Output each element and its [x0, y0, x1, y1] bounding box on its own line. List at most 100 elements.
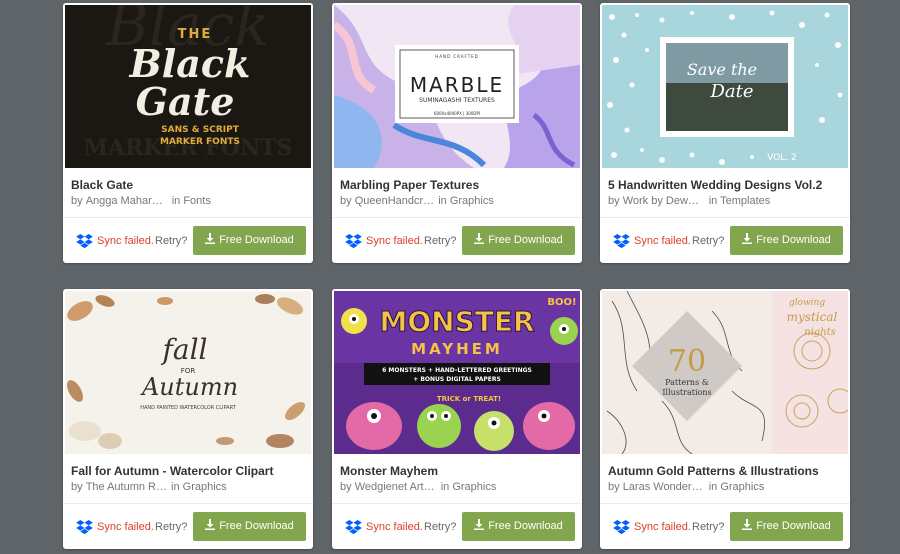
- author-link[interactable]: Laras Wonderl…: [623, 481, 705, 493]
- svg-text:Illustrations: Illustrations: [662, 388, 711, 397]
- sync-status: Sync failed.: [366, 235, 423, 247]
- download-label: Free Download: [488, 520, 563, 532]
- free-download-button[interactable]: Free Download: [462, 226, 575, 255]
- sync-status: Sync failed.: [97, 521, 154, 533]
- category-link[interactable]: Graphics: [720, 481, 764, 493]
- svg-text:BOO!: BOO!: [547, 297, 576, 308]
- download-icon: [742, 233, 753, 244]
- author-link[interactable]: Work by Dewb…: [623, 195, 705, 207]
- svg-text:MONSTER: MONSTER: [379, 305, 534, 338]
- dropbox-icon: [613, 234, 630, 249]
- author-link[interactable]: Wedgienet Art …: [355, 481, 437, 493]
- retry-link[interactable]: Retry?: [155, 235, 187, 247]
- svg-text:HAND CRAFTED: HAND CRAFTED: [435, 54, 479, 59]
- category-link[interactable]: Graphics: [450, 195, 494, 207]
- free-download-button[interactable]: Free Download: [730, 226, 843, 255]
- product-card: MONSTER MAYHEM 6 MONSTERS + HAND-LETTERE…: [332, 289, 582, 549]
- download-icon: [474, 233, 485, 244]
- product-title[interactable]: Autumn Gold Patterns & Illustrations: [608, 464, 844, 478]
- dropbox-icon: [345, 234, 362, 249]
- category-link[interactable]: Graphics: [452, 481, 496, 493]
- svg-text:MAYHEM: MAYHEM: [411, 340, 503, 358]
- product-title[interactable]: Black Gate: [71, 178, 307, 192]
- retry-link[interactable]: Retry?: [692, 235, 724, 247]
- download-label: Free Download: [756, 234, 831, 246]
- free-download-button[interactable]: Free Download: [462, 512, 575, 541]
- svg-text:6 MONSTERS + HAND-LETTERED GRE: 6 MONSTERS + HAND-LETTERED GREETINGS: [382, 367, 532, 374]
- product-byline: by QueenHandcr… in Graphics: [340, 195, 494, 207]
- svg-text:70: 70: [668, 344, 706, 379]
- product-title[interactable]: Monster Mayhem: [340, 464, 576, 478]
- dropbox-icon: [76, 520, 93, 535]
- product-byline: by Work by Dewb… in Templates: [608, 195, 771, 207]
- product-byline: by The Autumn R… in Graphics: [71, 481, 227, 493]
- category-link[interactable]: Templates: [720, 195, 770, 207]
- svg-text:MARKER FONTS: MARKER FONTS: [160, 137, 240, 147]
- category-link[interactable]: Graphics: [183, 481, 227, 493]
- free-download-button[interactable]: Free Download: [193, 226, 306, 255]
- svg-text:HAND PAINTED WATERCOLOR CLIPAR: HAND PAINTED WATERCOLOR CLIPART: [140, 405, 236, 411]
- svg-text:nights: nights: [804, 327, 836, 338]
- svg-text:VOL. 2: VOL. 2: [767, 153, 797, 163]
- svg-text:SUMINAGASHI TEXTURES: SUMINAGASHI TEXTURES: [419, 97, 495, 104]
- product-title[interactable]: 5 Handwritten Wedding Designs Vol.2: [608, 178, 844, 192]
- divider: [600, 503, 850, 504]
- divider: [63, 503, 313, 504]
- svg-text:fall: fall: [161, 333, 208, 366]
- product-thumbnail[interactable]: 70 Patterns & Illustrations glowing myst…: [602, 291, 848, 454]
- retry-link[interactable]: Retry?: [155, 521, 187, 533]
- product-thumbnail[interactable]: fall FOR Autumn HAND PAINTED WATERCOLOR …: [65, 291, 311, 454]
- svg-text:MARBLE: MARBLE: [410, 73, 504, 97]
- sync-status: Sync failed.: [634, 521, 691, 533]
- free-download-button[interactable]: Free Download: [193, 512, 306, 541]
- svg-text:Autumn: Autumn: [140, 373, 238, 401]
- retry-link[interactable]: Retry?: [424, 235, 456, 247]
- dropbox-icon: [345, 520, 362, 535]
- svg-text:TRICK or TREAT!: TRICK or TREAT!: [437, 395, 501, 403]
- download-icon: [205, 519, 216, 530]
- product-card: HAND CRAFTED MARBLE SUMINAGASHI TEXTURES…: [332, 3, 582, 263]
- sync-status: Sync failed.: [97, 235, 154, 247]
- product-byline: by Angga Mahard… in Fonts: [71, 195, 211, 207]
- svg-text:Gate: Gate: [136, 79, 235, 124]
- svg-text:SANS & SCRIPT: SANS & SCRIPT: [161, 125, 240, 135]
- product-card: Black MARKER FONTS THE Black Gate SANS &…: [63, 3, 313, 263]
- product-title[interactable]: Fall for Autumn - Watercolor Clipart: [71, 464, 307, 478]
- divider: [332, 503, 582, 504]
- product-card: 70 Patterns & Illustrations glowing myst…: [600, 289, 850, 549]
- product-card: Save the Date VOL. 2 5 Handwritten Weddi…: [600, 3, 850, 263]
- retry-link[interactable]: Retry?: [692, 521, 724, 533]
- download-label: Free Download: [219, 520, 294, 532]
- product-byline: by Wedgienet Art … in Graphics: [340, 481, 497, 493]
- product-thumbnail[interactable]: HAND CRAFTED MARBLE SUMINAGASHI TEXTURES…: [334, 5, 580, 168]
- free-download-button[interactable]: Free Download: [730, 512, 843, 541]
- divider: [332, 217, 582, 218]
- svg-text:mystical: mystical: [787, 310, 838, 324]
- category-link[interactable]: Fonts: [183, 195, 211, 207]
- product-thumbnail[interactable]: MONSTER MAYHEM 6 MONSTERS + HAND-LETTERE…: [334, 291, 580, 454]
- download-label: Free Download: [219, 234, 294, 246]
- download-icon: [205, 233, 216, 244]
- product-card: fall FOR Autumn HAND PAINTED WATERCOLOR …: [63, 289, 313, 549]
- author-link[interactable]: The Autumn R…: [86, 481, 167, 493]
- svg-text:Patterns &: Patterns &: [665, 378, 709, 387]
- sync-status: Sync failed.: [634, 235, 691, 247]
- dropbox-icon: [76, 234, 93, 249]
- svg-text:Save the: Save the: [687, 60, 757, 79]
- divider: [600, 217, 850, 218]
- retry-link[interactable]: Retry?: [424, 521, 456, 533]
- download-label: Free Download: [756, 520, 831, 532]
- product-title[interactable]: Marbling Paper Textures: [340, 178, 576, 192]
- product-thumbnail[interactable]: Black MARKER FONTS THE Black Gate SANS &…: [65, 5, 311, 168]
- product-thumbnail[interactable]: Save the Date VOL. 2: [602, 5, 848, 168]
- svg-text:THE: THE: [178, 27, 213, 42]
- download-label: Free Download: [488, 234, 563, 246]
- author-link[interactable]: QueenHandcr…: [355, 195, 435, 207]
- download-icon: [742, 519, 753, 530]
- svg-text:+ BONUS DIGITAL PAPERS: + BONUS DIGITAL PAPERS: [413, 376, 501, 383]
- svg-text:glowing: glowing: [789, 298, 825, 308]
- download-icon: [474, 519, 485, 530]
- author-link[interactable]: Angga Mahard…: [86, 195, 168, 207]
- sync-status: Sync failed.: [366, 521, 423, 533]
- dropbox-icon: [613, 520, 630, 535]
